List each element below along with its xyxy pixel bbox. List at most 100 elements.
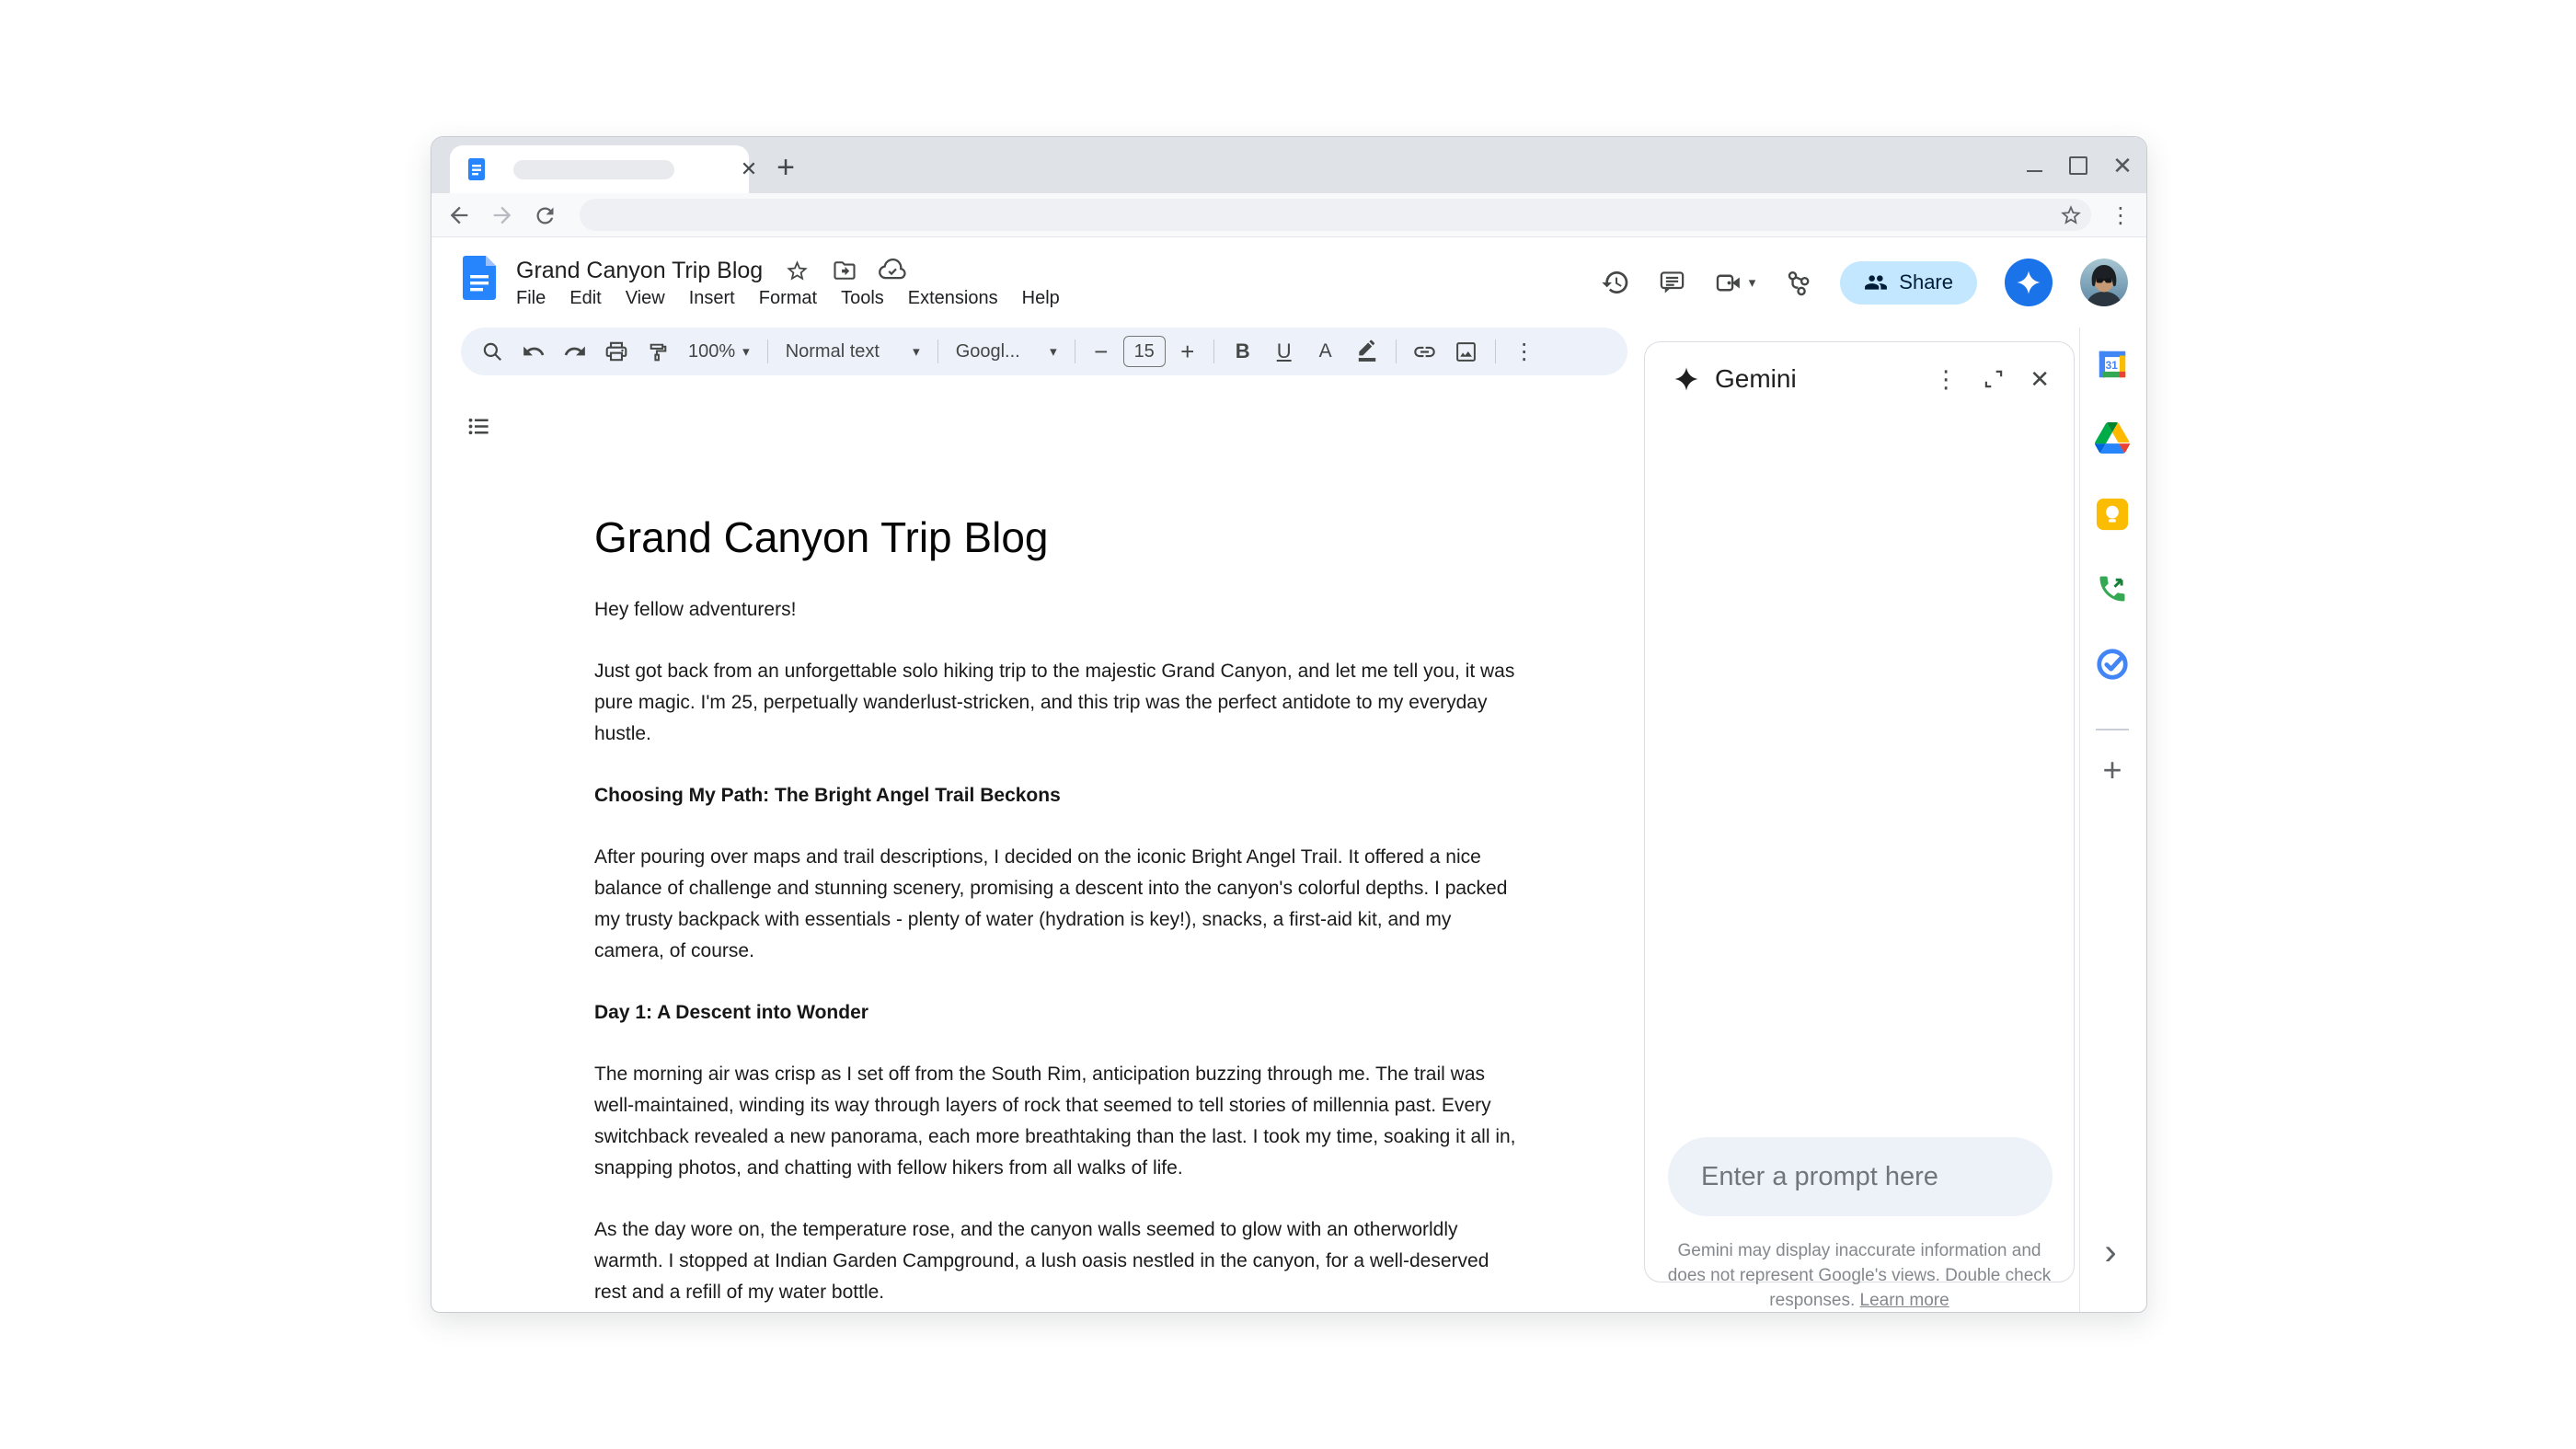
move-to-folder-button[interactable]: [831, 257, 858, 284]
star-document-button[interactable]: [783, 257, 811, 284]
undo-button[interactable]: [517, 335, 550, 368]
paragraph-style-select[interactable]: Normal text ▾: [780, 341, 926, 362]
docs-logo-icon[interactable]: [463, 256, 496, 300]
print-button[interactable]: [600, 335, 633, 368]
tab-close-icon[interactable]: ✕: [735, 155, 763, 183]
document-name[interactable]: Grand Canyon Trip Blog: [516, 258, 763, 284]
doc-body-title: Grand Canyon Trip Blog: [594, 511, 1519, 564]
bookmark-star-button[interactable]: [2056, 201, 2086, 230]
doc-paragraph: As the day wore on, the temperature rose…: [594, 1214, 1519, 1308]
browser-tab[interactable]: ✕: [450, 145, 749, 193]
document-outline-button[interactable]: [459, 407, 498, 445]
meet-button[interactable]: ▾: [1715, 269, 1756, 297]
comment-icon: [1658, 269, 1686, 297]
keep-rail-button[interactable]: [2094, 496, 2131, 533]
redo-button[interactable]: [558, 335, 592, 368]
zoom-value: 100%: [688, 341, 735, 362]
window-close-button[interactable]: ✕: [2104, 149, 2141, 182]
version-history-button[interactable]: [1601, 268, 1630, 297]
underline-button[interactable]: U: [1268, 335, 1301, 368]
browser-menu-button[interactable]: ⋮: [2106, 200, 2135, 231]
voice-phone-icon: [2096, 572, 2129, 605]
insert-image-button[interactable]: [1450, 335, 1483, 368]
gemini-spark-icon: [2015, 269, 2042, 296]
menu-file[interactable]: File: [504, 284, 558, 313]
side-rail-divider: [2079, 328, 2080, 1312]
tab-title-placeholder: [513, 160, 674, 179]
gemini-prompt-input[interactable]: Enter a prompt here: [1668, 1137, 2053, 1216]
docs-menubar: File Edit View Insert Format Tools Exten…: [504, 284, 1072, 313]
svg-text:31: 31: [2106, 359, 2119, 372]
toolbar-more-button[interactable]: ⋮: [1508, 335, 1541, 368]
menu-help[interactable]: Help: [1010, 284, 1072, 313]
bold-button[interactable]: B: [1226, 335, 1259, 368]
menu-format[interactable]: Format: [747, 284, 829, 313]
menu-tools[interactable]: Tools: [829, 284, 896, 313]
account-avatar[interactable]: [2080, 259, 2128, 306]
toolbar-divider: [767, 339, 768, 363]
zoom-select[interactable]: 100% ▾: [683, 341, 755, 362]
docs-favicon-icon: [465, 157, 489, 181]
style-caret-icon: ▾: [913, 343, 920, 360]
print-icon: [604, 339, 628, 363]
drive-icon: [2095, 422, 2130, 454]
gemini-more-button[interactable]: ⋮: [1934, 365, 1958, 394]
calendar-rail-button[interactable]: 31: [2094, 346, 2131, 383]
get-addons-button[interactable]: +: [2094, 752, 2131, 788]
highlight-color-button[interactable]: [1351, 335, 1384, 368]
gemini-button[interactable]: [2005, 259, 2053, 306]
back-button[interactable]: [443, 200, 475, 231]
toolbar-divider: [937, 339, 938, 363]
toolbar-divider: [1213, 339, 1214, 363]
tasks-rail-button[interactable]: [2094, 646, 2131, 683]
drive-rail-button[interactable]: [2094, 420, 2131, 456]
redo-icon: [563, 339, 587, 363]
workflow-button[interactable]: [1783, 268, 1812, 297]
undo-icon: [522, 339, 546, 363]
gemini-panel-title: Gemini: [1715, 364, 1797, 394]
minimize-icon: [2027, 170, 2042, 173]
insert-link-button[interactable]: [1409, 335, 1442, 368]
document-status-cloud-icon[interactable]: [879, 257, 906, 284]
paint-format-button[interactable]: [641, 335, 674, 368]
expand-icon: [1982, 367, 2006, 391]
reload-button[interactable]: [529, 200, 560, 231]
paragraph-style-value: Normal text: [786, 341, 880, 362]
gemini-close-button[interactable]: ✕: [2030, 365, 2050, 394]
menu-view[interactable]: View: [614, 284, 677, 313]
doc-heading: Day 1: A Descent into Wonder: [594, 997, 1519, 1029]
increase-font-size-button[interactable]: +: [1174, 335, 1202, 368]
window-maximize-button[interactable]: [2060, 149, 2097, 182]
share-button[interactable]: Share: [1840, 261, 1977, 305]
highlighter-icon: [1355, 339, 1379, 363]
menu-edit[interactable]: Edit: [558, 284, 613, 313]
gemini-expand-button[interactable]: [1982, 367, 2006, 391]
hide-side-panel-button[interactable]: ›: [2088, 1230, 2133, 1274]
gemini-spark-icon: [1673, 365, 1700, 393]
font-family-value: Googl...: [956, 341, 1020, 362]
new-tab-button[interactable]: +: [766, 148, 805, 187]
tab-strip: ✕ + ✕: [431, 137, 2146, 193]
forward-button[interactable]: [487, 200, 518, 231]
window-minimize-button[interactable]: [2016, 149, 2053, 182]
menu-insert[interactable]: Insert: [677, 284, 747, 313]
image-icon: [1455, 340, 1478, 363]
toolbar-search-button[interactable]: [476, 335, 509, 368]
meet-dropdown-caret-icon[interactable]: ▾: [1749, 274, 1756, 291]
link-icon: [1412, 339, 1437, 364]
font-size-field[interactable]: 15: [1123, 336, 1166, 367]
doc-paragraph: Hey fellow adventurers!: [594, 594, 1519, 626]
comments-button[interactable]: [1658, 268, 1687, 297]
voice-rail-button[interactable]: [2094, 570, 2131, 607]
gemini-panel-header: Gemini ⋮ ✕: [1645, 342, 2074, 394]
browser-window: ✕ + ✕ ⋮: [431, 136, 2147, 1313]
font-family-select[interactable]: Googl... ▾: [950, 341, 1063, 362]
decrease-font-size-button[interactable]: −: [1087, 335, 1115, 368]
document-editing-area[interactable]: Grand Canyon Trip Blog Hey fellow advent…: [594, 511, 1519, 1312]
toolbar-divider: [1495, 339, 1496, 363]
workflow-icon: [1784, 269, 1812, 297]
gemini-learn-more-link[interactable]: Learn more: [1860, 1291, 1949, 1310]
text-color-button[interactable]: A: [1309, 335, 1342, 368]
menu-extensions[interactable]: Extensions: [896, 284, 1010, 313]
address-bar[interactable]: [580, 199, 2091, 231]
